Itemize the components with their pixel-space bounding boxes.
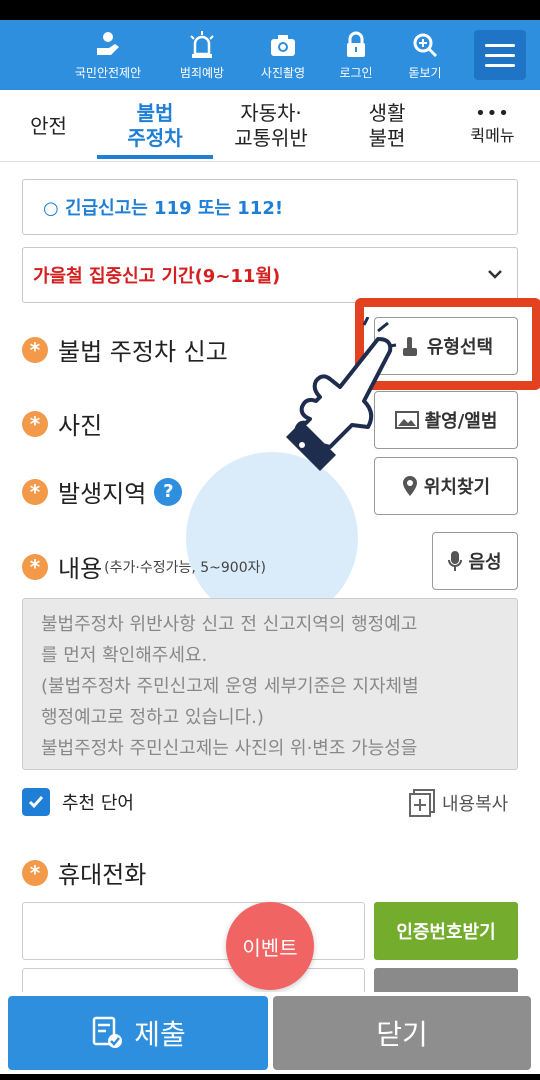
label-text: 내용 <box>58 555 103 583</box>
photo-label: * 사진 <box>22 406 102 441</box>
camera-icon <box>271 35 295 56</box>
tab-label: 불법 <box>136 101 174 125</box>
nav-safety-proposal[interactable]: 국민안전제안 <box>63 30 153 81</box>
label-text: 휴대전화 <box>58 861 147 889</box>
content-sub-label: (추가·수정가능, 5~900자) <box>104 559 266 576</box>
emergency-notice: ○ 긴급신고는 119 또는 112! <box>22 179 518 235</box>
tab-label: 퀵메뉴 <box>470 125 515 145</box>
microphone-icon <box>448 551 463 571</box>
button-label: 촬영/앨범 <box>424 411 498 432</box>
copy-plus-icon <box>409 789 435 817</box>
bottom-action-bar: 제출 닫기 <box>0 992 540 1080</box>
tab-traffic-violation[interactable]: 자동차· 교통위반 <box>213 90 329 162</box>
placeholder-line: 행정예고로 정하고 있습니다.) <box>41 707 264 728</box>
tab-illegal-parking[interactable]: 불법 주정차 <box>97 90 213 162</box>
siren-icon <box>190 31 214 58</box>
placeholder-line: 불법주정차 위반사항 신고 전 신고지역의 행정예고 <box>41 614 418 635</box>
required-star-icon: * <box>22 859 48 886</box>
placeholder-line: 불법주정차 주민신고제는 사진의 위·변조 가능성을 <box>41 738 418 759</box>
checkbox-label: 추천 단어 <box>62 793 134 814</box>
status-bar <box>0 0 540 20</box>
nav-magnifier[interactable]: 돋보기 <box>380 30 470 81</box>
top-nav: 국민안전제안 범죄예방 사진촬영 로그인 돋보기 <box>0 20 540 90</box>
nav-label: 범죄예방 <box>179 66 225 80</box>
chevron-down-icon <box>488 270 502 279</box>
tab-label: 주정차 <box>127 126 183 150</box>
copy-label: 내용복사 <box>442 794 509 815</box>
hand-heart-icon <box>97 32 119 55</box>
label-text: 사진 <box>58 412 103 440</box>
close-button[interactable]: 닫기 <box>273 996 531 1070</box>
tab-label: 자동차· <box>240 101 302 125</box>
help-icon[interactable]: ? <box>154 477 183 506</box>
nav-label: 돋보기 <box>408 66 442 80</box>
request-cert-button[interactable]: 인증번호받기 <box>374 902 518 960</box>
required-star-icon: * <box>22 410 48 437</box>
tab-label: 불편 <box>368 126 406 150</box>
tab-label: 안전 <box>30 113 67 138</box>
label-text: 발생지역 <box>58 480 147 508</box>
content-textarea[interactable]: 불법주정차 위반사항 신고 전 신고지역의 행정예고 를 먼저 확인해주세요. … <box>22 598 518 770</box>
navigation-bar <box>0 1074 540 1080</box>
tab-label: 교통위반 <box>234 126 308 150</box>
nav-crime-prevention[interactable]: 범죄예방 <box>157 30 247 81</box>
required-star-icon: * <box>22 553 48 580</box>
submit-button[interactable]: 제출 <box>8 996 268 1070</box>
cert-confirm-button[interactable] <box>374 968 518 992</box>
placeholder-line: (불법주정차 주민신고제 운영 세부기준은 지자체별 <box>41 676 419 697</box>
checkbox-checked-icon <box>22 788 50 816</box>
submit-label: 제출 <box>134 1018 186 1051</box>
placeholder-line: 를 먼저 확인해주세요. <box>41 645 208 666</box>
nav-label: 국민안전제안 <box>74 66 142 80</box>
more-dots-icon: ••• <box>475 102 510 124</box>
period-dropdown[interactable]: 가을철 집중신고 기간(9~11월) <box>22 247 518 303</box>
active-tab-indicator <box>97 155 213 159</box>
location-label: * 발생지역 ? <box>22 474 183 509</box>
voice-input-button[interactable]: 음성 <box>432 532 518 590</box>
lock-icon <box>347 31 365 57</box>
report-form: ○ 긴급신고는 119 또는 112! 가을철 집중신고 기간(9~11월) *… <box>0 162 540 992</box>
button-label: 위치찾기 <box>423 477 491 498</box>
tab-safety[interactable]: 안전 <box>0 90 97 162</box>
event-button[interactable]: 이벤트 <box>226 902 314 990</box>
content-label: * 내용 (추가·수정가능, 5~900자) <box>22 549 266 584</box>
required-star-icon: * <box>22 478 48 505</box>
required-star-icon: * <box>22 336 48 363</box>
map-pin-icon <box>402 476 417 496</box>
label-text: 불법 주정차 신고 <box>58 338 228 366</box>
report-type-label: * 불법 주정차 신고 <box>22 332 228 367</box>
button-label: 음성 <box>468 552 502 573</box>
period-text: 가을철 집중신고 기간(9~11월) <box>33 266 281 287</box>
document-check-icon <box>92 1016 123 1048</box>
phone-label: * 휴대전화 <box>22 855 146 890</box>
pointing-hand-icon <box>286 317 397 471</box>
recommend-word-checkbox[interactable]: 추천 단어 <box>22 788 134 816</box>
tab-life-inconvenience[interactable]: 생활 불편 <box>329 90 445 162</box>
tab-quick-menu[interactable]: ••• 퀵메뉴 <box>445 90 540 162</box>
magnifier-plus-icon <box>413 33 438 58</box>
tab-label: 생활 <box>368 101 406 125</box>
cert-code-input[interactable] <box>22 968 365 992</box>
copy-content-button[interactable]: 내용복사 <box>408 788 508 818</box>
hamburger-icon[interactable] <box>474 30 526 80</box>
category-tabs: 안전 불법 주정차 자동차· 교통위반 생활 불편 ••• 퀵메뉴 <box>0 90 540 162</box>
